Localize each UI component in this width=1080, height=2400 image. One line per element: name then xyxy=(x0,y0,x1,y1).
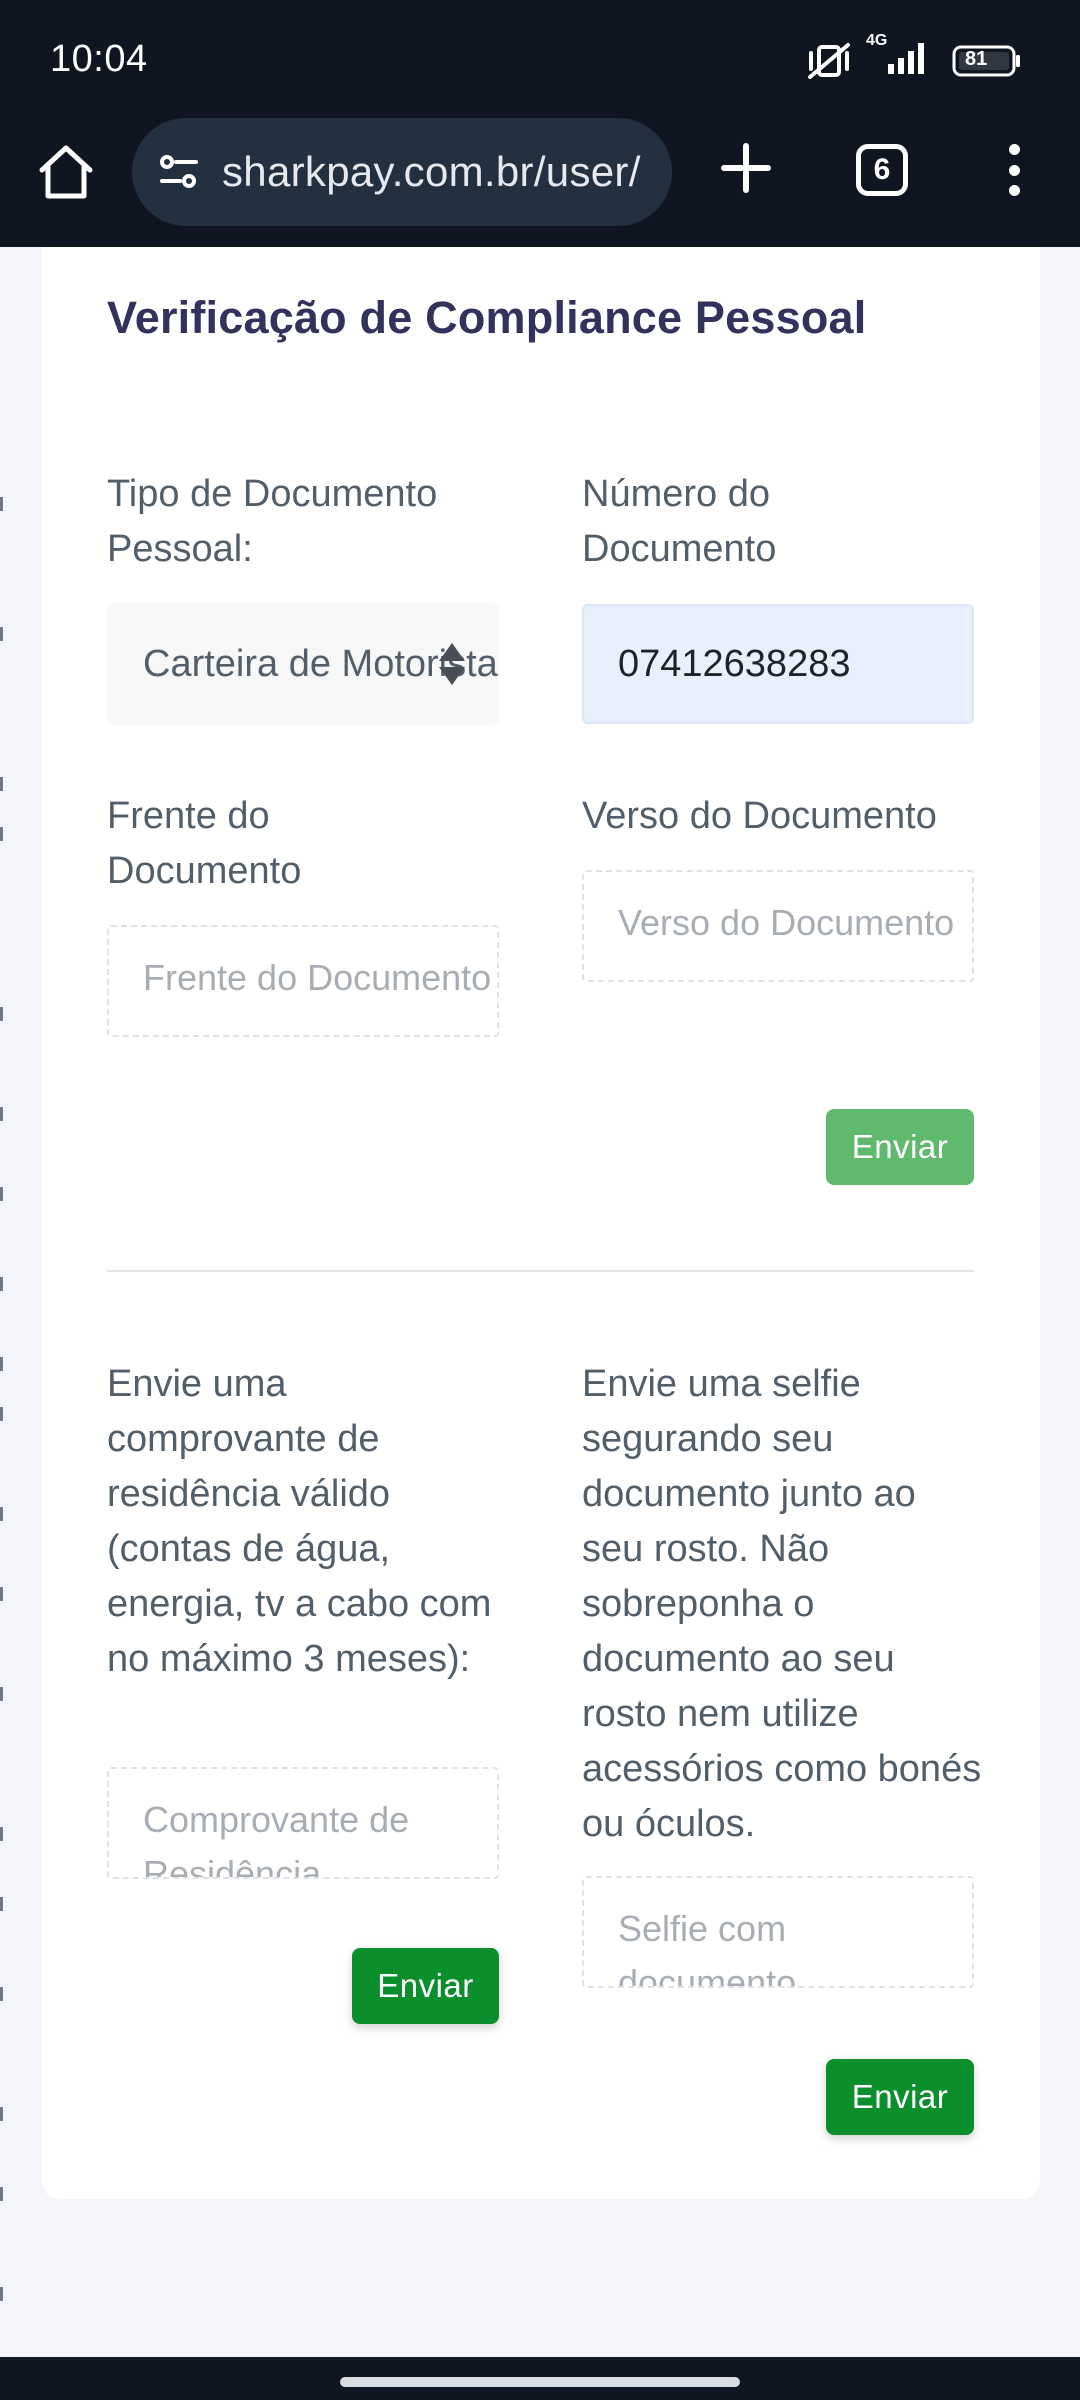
selfie-file-input[interactable]: Selfie com documento xyxy=(582,1876,974,1988)
vibrate-off-icon xyxy=(806,41,852,81)
url-text: sharkpay.com.br/user/ xyxy=(222,148,641,195)
back-document-file-input[interactable]: Verso do Documento xyxy=(582,870,974,982)
document-type-label: Tipo de Documento Pessoal: xyxy=(107,473,438,570)
plus-icon xyxy=(721,143,771,193)
residence-placeholder: Comprovante de Residência xyxy=(143,1799,410,1879)
status-time: 10:04 xyxy=(50,38,148,80)
front-document-label: Frente do Documento xyxy=(107,795,302,892)
battery-level: 81 xyxy=(965,47,988,70)
residence-file-input[interactable]: Comprovante de Residência xyxy=(107,1767,499,1879)
document-number-input[interactable]: 07412638283 xyxy=(582,604,974,724)
section-divider xyxy=(107,1270,974,1272)
new-tab-button[interactable] xyxy=(718,140,774,196)
tab-count: 6 xyxy=(873,153,891,186)
front-document-file-input[interactable]: Frente do Documento xyxy=(107,925,499,1037)
document-type-select[interactable]: Carteira de Motorista xyxy=(107,603,499,725)
back-document-placeholder: Verso do Documento xyxy=(618,902,955,943)
back-document-label: Verso do Documento xyxy=(582,795,937,837)
browser-toolbar: sharkpay.com.br/user/ 6 xyxy=(0,118,1080,365)
document-number-value: 07412638283 xyxy=(618,642,851,685)
document-number-label: Número do Documento xyxy=(582,473,777,570)
home-icon xyxy=(39,145,93,199)
battery-icon: 81 xyxy=(952,44,1022,78)
network-type: 4G xyxy=(866,32,888,49)
page-title: Verificação de Compliance Pessoal xyxy=(107,292,867,343)
submit-selfie-button[interactable]: Enviar xyxy=(826,2059,974,2135)
signal-icon: 4G xyxy=(866,32,932,81)
residence-instructions: Envie uma comprovante de residência váli… xyxy=(107,1363,492,1680)
select-arrows-icon xyxy=(439,643,465,685)
page-content: Verificação de Compliance Pessoal Tipo d… xyxy=(0,247,1080,2357)
site-settings-icon[interactable] xyxy=(154,147,204,197)
selfie-instructions: Envie uma selfie segurando seu documento… xyxy=(582,1363,982,1845)
status-icons: 4G 81 xyxy=(806,32,1022,81)
address-bar[interactable]: sharkpay.com.br/user/ xyxy=(132,118,672,226)
submit-documents-button[interactable]: Enviar xyxy=(826,1109,974,1185)
gesture-nav-bar xyxy=(0,2357,1080,2400)
front-document-placeholder: Frente do Documento xyxy=(143,957,492,998)
submit-residence-button[interactable]: Enviar xyxy=(352,1948,499,2024)
selfie-placeholder: Selfie com documento xyxy=(618,1908,797,1988)
tab-switcher-icon[interactable]: 6 xyxy=(856,144,908,196)
home-gesture-handle[interactable] xyxy=(340,2377,740,2387)
home-button[interactable] xyxy=(36,140,96,204)
status-bar: 10:04 4G 81 xyxy=(0,0,1080,118)
scroll-edge-marks xyxy=(0,247,4,2357)
more-vert-icon[interactable] xyxy=(996,140,1032,200)
